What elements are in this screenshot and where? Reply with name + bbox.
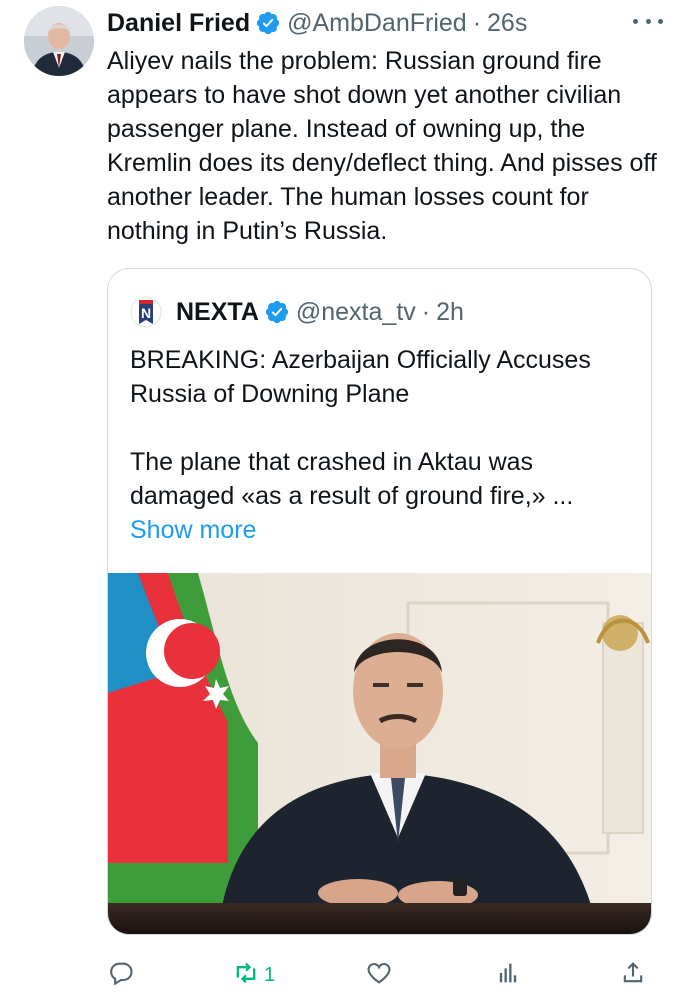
reply-icon: [107, 959, 135, 992]
quote-author-name[interactable]: NEXTA: [176, 298, 259, 327]
retweet-icon: [232, 959, 260, 992]
nexta-logo-icon[interactable]: N: [130, 296, 162, 328]
separator-dot: ·: [472, 8, 482, 37]
retweet-button[interactable]: 1: [232, 955, 275, 995]
share-button[interactable]: [619, 955, 647, 995]
heart-icon: [365, 959, 393, 992]
quote-body: The plane that crashed in Aktau was dama…: [130, 448, 574, 510]
share-icon: [619, 959, 647, 992]
nexta-logo-letter: N: [141, 305, 151, 321]
author-avatar[interactable]: [24, 6, 94, 76]
quote-photo[interactable]: [108, 573, 651, 934]
tweet-header: Daniel Fried @AmbDanFried · 26s: [107, 6, 663, 40]
quote-timestamp[interactable]: 2h: [436, 298, 464, 327]
verified-badge-icon: [255, 10, 281, 36]
like-button[interactable]: [365, 955, 393, 995]
quote-text: BREAKING: Azerbaijan Officially Accuses …: [130, 343, 640, 547]
quote-header: N NEXTA @nexta_tv · 2h: [130, 295, 464, 329]
reply-button[interactable]: [107, 955, 135, 995]
show-more-link[interactable]: Show more: [130, 513, 640, 547]
quoted-tweet-card[interactable]: N NEXTA @nexta_tv · 2h BREAKING: Azerbai…: [107, 268, 652, 935]
author-handle[interactable]: @AmbDanFried: [287, 9, 467, 38]
retweet-count: 1: [264, 963, 276, 986]
views-icon: [494, 959, 522, 992]
timestamp[interactable]: 26s: [487, 9, 527, 38]
quote-author-handle[interactable]: @nexta_tv: [296, 298, 416, 327]
quote-headline: BREAKING: Azerbaijan Officially Accuses …: [130, 346, 591, 408]
quote-separator-dot: ·: [421, 297, 431, 326]
tweet-action-bar: 1: [107, 955, 652, 995]
more-dots-icon[interactable]: [633, 8, 663, 34]
author-name[interactable]: Daniel Fried: [107, 9, 250, 38]
views-button[interactable]: [494, 955, 522, 995]
tweet-text: Aliyev nails the problem: Russian ground…: [107, 47, 657, 245]
quote-verified-badge-icon: [264, 299, 290, 325]
